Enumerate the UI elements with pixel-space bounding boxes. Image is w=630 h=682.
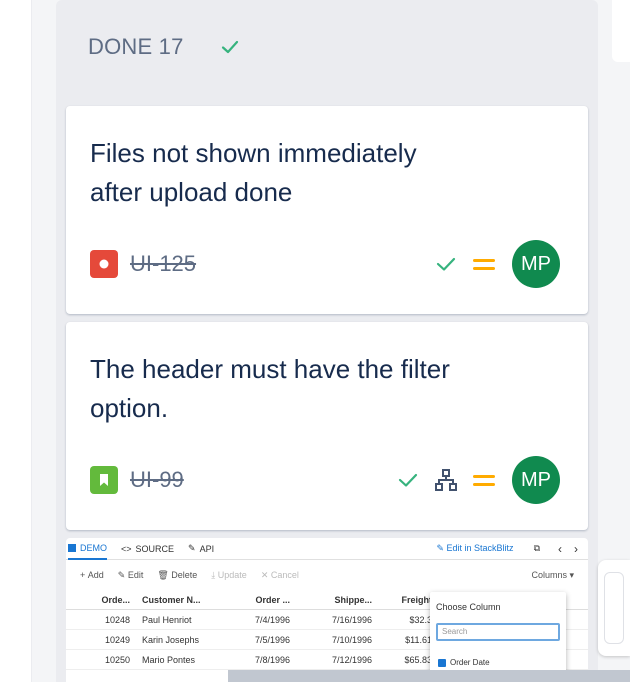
chart-icon <box>68 543 76 552</box>
chooser-title: Choose Column <box>436 602 501 612</box>
toolbar-label: Update <box>217 570 247 580</box>
grid-cell: Mario Pontes <box>142 654 196 665</box>
grid-cell: 7/10/1996 <box>331 634 372 645</box>
card-footer: UI-99 MP <box>90 456 560 504</box>
previous-column-panel <box>0 0 32 682</box>
grid-cell: $32.3 <box>409 614 432 625</box>
toolbar-cancel: ✕ Cancel <box>260 569 299 581</box>
preview-tabs: DEMO <> SOURCE ✎ API ✎ Edit in StackBlit… <box>66 538 588 560</box>
grid-cell: 7/4/1996 <box>254 614 290 625</box>
column-chooser-popup: Choose Column Search Order Date <box>430 592 566 682</box>
card-footer: UI-125 MP <box>90 240 560 288</box>
toolbar-label: Add <box>87 570 104 580</box>
story-icon <box>90 466 118 494</box>
priority-medium-icon <box>473 475 495 486</box>
tab-label: SOURCE <box>135 543 175 554</box>
issue-card[interactable]: Files not shown immediately after upload… <box>66 106 588 314</box>
avatar[interactable]: MP <box>512 456 560 504</box>
bug-icon <box>90 250 118 278</box>
chevron-right-icon: › <box>574 541 578 556</box>
grid-cell: Karin Josephs <box>142 634 200 645</box>
tab-source: <> SOURCE <box>121 544 174 554</box>
grid-cell: 7/12/1996 <box>331 654 372 665</box>
toolbar-label: Delete <box>171 570 198 580</box>
grid-toolbar: + Add ✎ Edit 🗑 Delete ⤓ Update ✕ Cancel … <box>66 560 588 590</box>
card-title: The header must have the filter option. <box>90 354 450 423</box>
open-new-window-icon: ⧉ <box>533 543 540 553</box>
tab-label: API <box>199 543 215 554</box>
grid-cell: 7/16/1996 <box>331 614 372 625</box>
chooser-item-label: Order Date <box>450 658 490 667</box>
code-icon: <> <box>121 543 132 554</box>
grid-cell: $11.61 <box>405 634 432 645</box>
toolbar-add: + Add <box>80 570 104 580</box>
grid-header-cell: Freight <box>401 594 433 605</box>
hierarchy-icon <box>435 469 457 491</box>
previous-column-edge <box>0 0 32 682</box>
chooser-item: Order Date <box>438 658 490 667</box>
grid-cell: $65.83 <box>404 654 432 665</box>
check-icon <box>398 473 418 487</box>
tab-demo: DEMO <box>68 538 107 560</box>
side-panel-handle <box>604 572 624 644</box>
column-header: DONE 17 <box>88 34 240 60</box>
check-icon <box>436 257 456 271</box>
pencil-icon: ✎ <box>188 543 196 553</box>
edit-link-label: Edit in StackBlitz <box>446 543 514 553</box>
grid-cell: 10249 <box>104 634 130 645</box>
issue-key[interactable]: UI-99 <box>130 467 184 493</box>
grid-header-cell: Order ... <box>255 594 290 605</box>
attachment-preview[interactable]: DEMO <> SOURCE ✎ API ✎ Edit in StackBlit… <box>66 538 588 682</box>
card-title: Files not shown immediately after upload… <box>90 138 417 207</box>
columns-button: Columns ▾ <box>531 569 574 580</box>
chooser-search-field: Search <box>436 623 560 641</box>
issue-card[interactable]: The header must have the filter option. … <box>66 322 588 530</box>
grid-cell: 7/5/1996 <box>254 634 290 645</box>
edit-link: ✎ Edit in StackBlitz <box>436 543 514 553</box>
grid-cell: 7/8/1996 <box>254 654 290 665</box>
grid-header-cell: Customer N... <box>142 594 201 605</box>
toolbar-delete: 🗑 Delete <box>157 569 198 581</box>
toolbar-label: Cancel <box>270 570 299 580</box>
tab-api: ✎ API <box>188 543 214 554</box>
grid-cell: 10250 <box>104 654 130 665</box>
column-title: DONE 17 <box>88 34 184 59</box>
side-panel-toggle[interactable] <box>598 560 630 656</box>
board-column-done: DONE 17 Files not shown immediately afte… <box>56 0 598 682</box>
check-icon <box>221 40 238 54</box>
toolbar-update: ⤓ Update <box>211 569 247 581</box>
toolbar-edit: ✎ Edit <box>117 569 144 581</box>
avatar[interactable]: MP <box>512 240 560 288</box>
toolbar-label: Edit <box>127 570 144 580</box>
grid-cell: Paul Henriot <box>142 614 192 625</box>
columns-label: Columns <box>531 569 567 580</box>
tab-label: DEMO <box>80 542 107 553</box>
grid-header-cell: Orde... <box>101 594 130 605</box>
grid-cell: 10248 <box>104 614 130 625</box>
next-column-edge <box>612 0 630 62</box>
horizontal-scrollbar[interactable] <box>228 670 630 682</box>
preview-actions: ✎ Edit in StackBlitz ⧉ ‹ › <box>436 542 588 556</box>
issue-key[interactable]: UI-125 <box>130 251 196 277</box>
checkbox-checked-icon <box>438 658 446 667</box>
priority-medium-icon <box>473 259 495 270</box>
chevron-left-icon: ‹ <box>558 541 562 556</box>
grid-header-cell: Shippe... <box>334 594 372 605</box>
